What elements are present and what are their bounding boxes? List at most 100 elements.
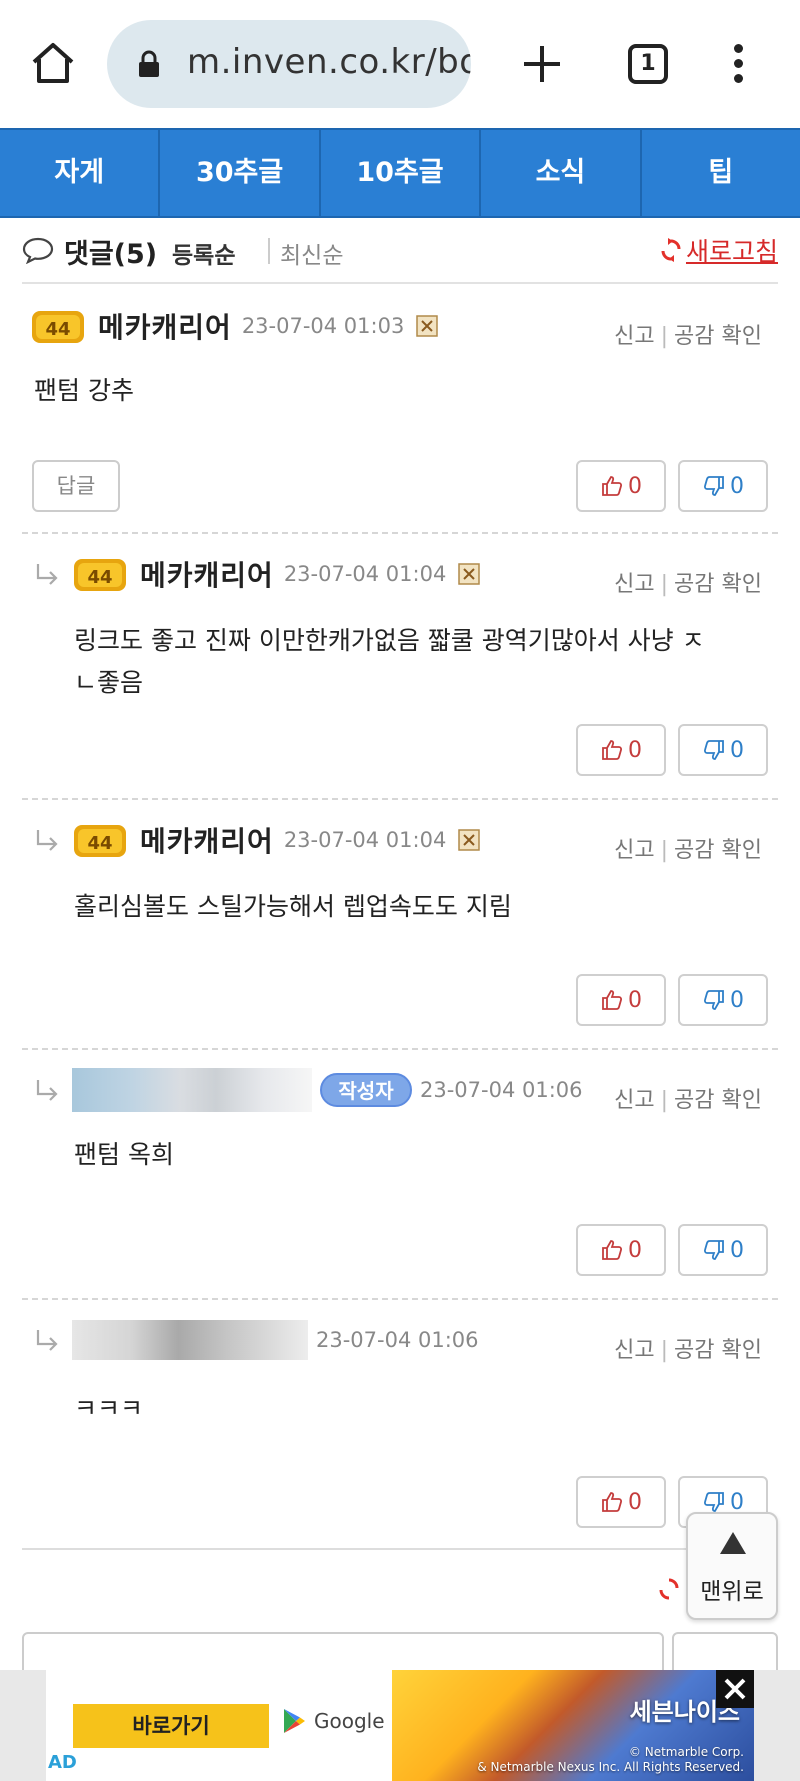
back-to-top-button[interactable]: 맨위로 <box>686 1512 778 1620</box>
comment-nickname[interactable]: 메카캐리어 <box>98 306 232 346</box>
comment-nickname[interactable]: 메카캐리어 <box>140 820 274 860</box>
like-check-link[interactable]: 공감 확인 <box>674 1088 762 1113</box>
comment-date: 23-07-04 01:06 <box>316 1328 479 1352</box>
comment-actions: 신고 | 공감 확인 <box>614 1338 762 1363</box>
close-icon <box>724 1678 746 1700</box>
comment-item: 작성자 23-07-04 01:06 신고 | 공감 확인 팬텀 옥희 0 0 <box>22 1052 778 1300</box>
upvote-count: 0 <box>628 473 642 499</box>
thumbs-up-icon <box>602 740 623 760</box>
refresh-icon[interactable] <box>658 1576 680 1602</box>
ad-label: AD <box>48 1752 77 1773</box>
upvote-button[interactable]: 0 <box>576 724 666 776</box>
nav-item-30-recommended[interactable]: 30추글 <box>160 130 321 216</box>
ad-close-button[interactable] <box>716 1670 754 1708</box>
downvote-button[interactable]: 0 <box>678 460 768 512</box>
report-link[interactable]: 신고 <box>614 572 654 597</box>
reply-button[interactable]: 답글 <box>32 460 120 512</box>
block-user-icon[interactable] <box>458 829 481 851</box>
refresh-icon <box>661 238 681 262</box>
comment-actions: 신고 | 공감 확인 <box>614 838 762 863</box>
downvote-button[interactable]: 0 <box>678 1224 768 1276</box>
tab-switcher-button[interactable]: 1 <box>628 44 668 84</box>
downvote-count: 0 <box>730 473 744 499</box>
nav-item-free-board[interactable]: 자게 <box>0 130 161 216</box>
section-divider <box>22 1548 778 1550</box>
google-play-icon <box>284 1709 305 1733</box>
comment-actions: 신고 | 공감 확인 <box>614 1088 762 1113</box>
downvote-count: 0 <box>730 737 744 763</box>
sort-by-registered[interactable]: 등록순 <box>172 236 235 270</box>
browser-toolbar: m.inven.co.kr/bo 1 <box>0 0 800 128</box>
downvote-count: 0 <box>730 987 744 1013</box>
comment-date: 23-07-04 01:04 <box>283 562 447 586</box>
report-link[interactable]: 신고 <box>614 838 654 863</box>
thumbs-down-icon <box>703 1492 724 1512</box>
comment-date: 23-07-04 01:03 <box>241 314 405 338</box>
report-link[interactable]: 신고 <box>614 1338 654 1363</box>
comment-actions: 신고 | 공감 확인 <box>614 572 762 597</box>
like-check-link[interactable]: 공감 확인 <box>674 838 762 863</box>
like-check-link[interactable]: 공감 확인 <box>674 324 762 349</box>
comment-nickname[interactable]: 메카캐리어 <box>140 554 274 594</box>
address-bar[interactable]: m.inven.co.kr/bo <box>107 20 471 108</box>
ad-cta-button[interactable]: 바로가기 <box>73 1704 269 1748</box>
thumbs-down-icon <box>703 990 724 1010</box>
svg-text:44: 44 <box>45 319 70 340</box>
nav-item-10-recommended[interactable]: 10추글 <box>321 130 482 216</box>
thumbs-down-icon <box>703 1240 724 1260</box>
comment-date: 23-07-04 01:06 <box>420 1078 583 1102</box>
url-text: m.inven.co.kr/bo <box>187 42 471 82</box>
level-badge-icon: 44 <box>32 311 84 343</box>
downvote-button[interactable]: 0 <box>678 974 768 1026</box>
comment-actions: 신고 | 공감 확인 <box>614 324 762 349</box>
back-to-top-label: 맨위로 <box>700 1579 764 1605</box>
up-arrow-icon <box>720 1532 746 1554</box>
speech-bubble-icon <box>22 237 54 264</box>
level-badge-icon: 44 <box>74 559 126 591</box>
level-badge-icon: 44 <box>74 825 126 857</box>
upvote-count: 0 <box>628 737 642 763</box>
comments-count-title: 댓글(5) <box>64 239 158 270</box>
thumbs-up-icon <box>602 990 623 1010</box>
downvote-count: 0 <box>730 1237 744 1263</box>
upvote-count: 0 <box>628 1237 642 1263</box>
comment-date: 23-07-04 01:04 <box>283 828 447 852</box>
like-check-link[interactable]: 공감 확인 <box>674 572 762 597</box>
category-nav: 자게 30추글 10추글 소식 팁 <box>0 128 800 218</box>
report-link[interactable]: 신고 <box>614 1088 654 1113</box>
upvote-button[interactable]: 0 <box>576 974 666 1026</box>
nav-item-news[interactable]: 소식 <box>481 130 642 216</box>
game-artwork: 세븐나이츠 © Netmarble Corp. & Netmarble Nexu… <box>392 1670 754 1781</box>
svg-text:44: 44 <box>87 567 112 588</box>
like-check-link[interactable]: 공감 확인 <box>674 1338 762 1363</box>
comment-text-line-1: 링크도 좋고 진짜 이만한캐가없음 짧쿨 광역기많아서 사냥 ㅈ <box>74 626 705 655</box>
upvote-button[interactable]: 0 <box>576 460 666 512</box>
comment-text: 팬텀 강추 <box>34 376 134 405</box>
thumbs-up-icon <box>602 476 623 496</box>
blurred-nickname <box>72 1320 308 1360</box>
ad-banner: 바로가기 Google Play 세븐나이츠 © Netmarble Corp.… <box>0 1670 800 1781</box>
home-icon[interactable] <box>30 40 76 86</box>
upvote-button[interactable]: 0 <box>576 1476 666 1528</box>
comment-item: 44 메카캐리어 23-07-04 01:03 신고 | 공감 확인 팬텀 강추 답… <box>22 288 778 534</box>
comment-text: 팬텀 옥희 <box>74 1140 174 1169</box>
ad-content[interactable]: 바로가기 Google Play 세븐나이츠 © Netmarble Corp.… <box>46 1670 754 1781</box>
downvote-button[interactable]: 0 <box>678 724 768 776</box>
sort-by-latest[interactable]: 최신순 <box>280 236 343 270</box>
comment-text-line-2: ㄴ좋음 <box>74 668 144 697</box>
refresh-label: 새로고침 <box>685 237 778 266</box>
thumbs-up-icon <box>602 1492 623 1512</box>
block-user-icon[interactable] <box>416 315 439 337</box>
upvote-button[interactable]: 0 <box>576 1224 666 1276</box>
thumbs-down-icon <box>703 476 724 496</box>
downvote-count: 0 <box>730 1489 744 1515</box>
block-user-icon[interactable] <box>458 563 481 585</box>
more-menu-icon[interactable] <box>730 44 746 84</box>
nav-item-tips[interactable]: 팁 <box>642 130 800 216</box>
report-link[interactable]: 신고 <box>614 324 654 349</box>
lock-icon <box>139 50 159 77</box>
thumbs-down-icon <box>703 740 724 760</box>
refresh-button[interactable]: 새로고침 <box>660 232 778 268</box>
upvote-count: 0 <box>628 1489 642 1515</box>
new-tab-icon[interactable] <box>520 42 564 86</box>
